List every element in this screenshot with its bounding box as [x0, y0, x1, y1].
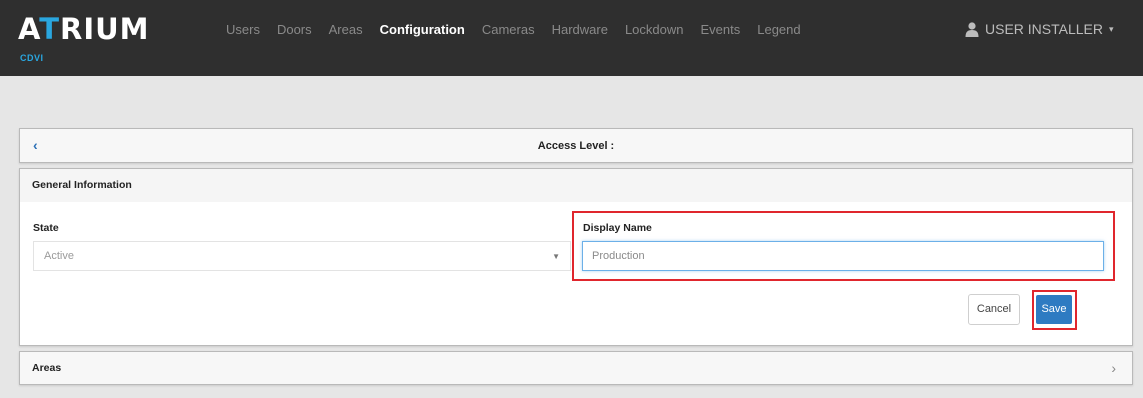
access-level-header-panel: ‹ Access Level :	[19, 128, 1133, 163]
save-button[interactable]: Save	[1036, 295, 1072, 324]
nav-item-legend[interactable]: Legend	[757, 22, 800, 37]
areas-row[interactable]: Areas ›	[20, 352, 1132, 385]
areas-panel: Areas ›	[19, 351, 1133, 385]
general-information-title: General Information	[20, 169, 1132, 202]
back-chevron-icon[interactable]: ‹	[33, 137, 38, 153]
areas-label: Areas	[32, 362, 62, 374]
nav-item-hardware[interactable]: Hardware	[552, 22, 608, 37]
nav-item-events[interactable]: Events	[700, 22, 740, 37]
atrium-logo: ATRIUM	[18, 12, 150, 46]
state-label: State	[33, 222, 59, 234]
nav-item-users[interactable]: Users	[226, 22, 260, 37]
state-select-value: Active	[44, 250, 74, 262]
nav-item-doors[interactable]: Doors	[277, 22, 312, 37]
top-navbar: ATRIUM CDVI Users Doors Areas Configurat…	[0, 0, 1143, 76]
display-name-label: Display Name	[583, 222, 652, 234]
main-nav: Users Doors Areas Configuration Cameras …	[226, 22, 818, 37]
user-icon	[965, 21, 979, 37]
caret-down-icon: ▾	[1109, 23, 1114, 34]
nav-item-lockdown[interactable]: Lockdown	[625, 22, 684, 37]
select-arrow-icon: ▼	[552, 252, 560, 261]
general-information-panel: General Information State Active ▼ Displ…	[19, 168, 1133, 346]
nav-item-configuration[interactable]: Configuration	[380, 22, 465, 37]
general-information-body: State Active ▼ Display Name Cancel Save	[20, 202, 1132, 345]
nav-item-cameras[interactable]: Cameras	[482, 22, 535, 37]
chevron-right-icon: ›	[1111, 360, 1116, 376]
user-menu-label: USER INSTALLER	[985, 21, 1103, 37]
brand[interactable]: ATRIUM CDVI	[18, 14, 150, 63]
display-name-input[interactable]	[582, 241, 1104, 271]
state-select[interactable]: Active ▼	[33, 241, 571, 271]
cdvi-label: CDVI	[20, 53, 44, 63]
page-title: Access Level :	[537, 139, 615, 152]
nav-item-areas[interactable]: Areas	[329, 22, 363, 37]
cancel-button[interactable]: Cancel	[968, 294, 1020, 325]
access-level-header: ‹ Access Level :	[20, 129, 1132, 162]
user-menu[interactable]: USER INSTALLER ▾	[965, 21, 1114, 37]
